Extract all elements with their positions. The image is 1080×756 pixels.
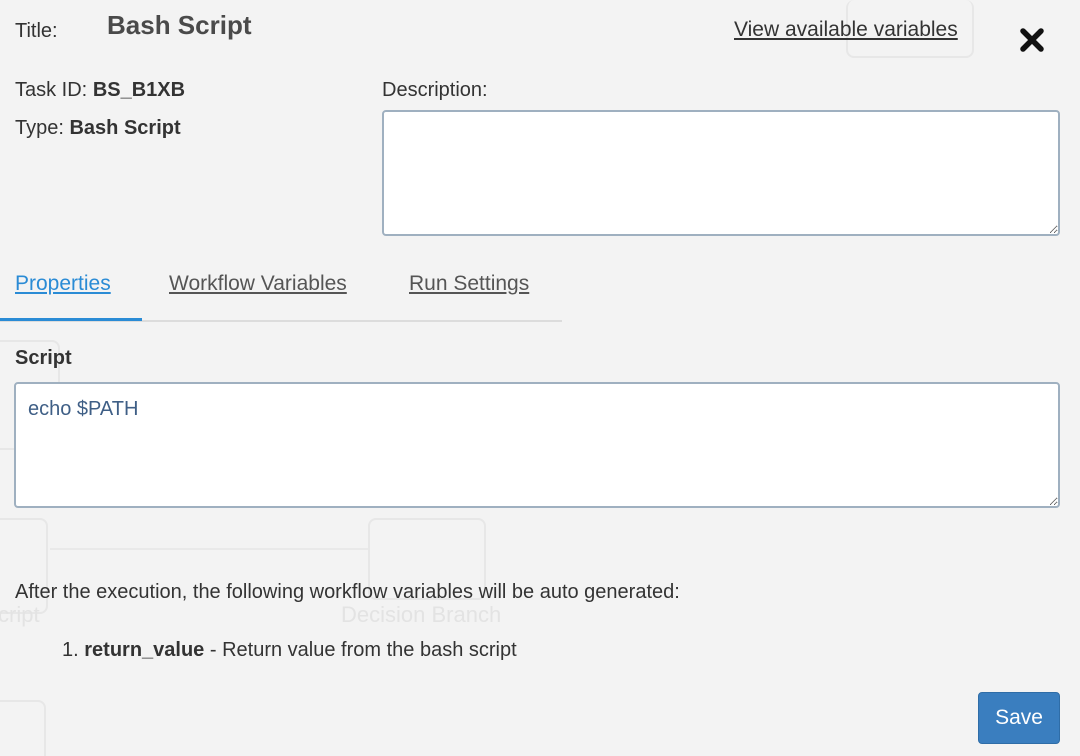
description-label: Description: — [382, 79, 488, 101]
tab-bar: Properties Workflow Variables Run Settin… — [0, 260, 562, 322]
title-label: Title: — [15, 20, 58, 42]
script-field[interactable] — [14, 382, 1060, 508]
variable-description: - Return value from the bash script — [204, 639, 517, 661]
type-label: Type: — [15, 117, 64, 139]
tab-properties[interactable]: Properties — [15, 272, 111, 296]
type-row: Type: Bash Script — [15, 117, 181, 140]
background-node-label: Decision Branch — [341, 602, 502, 627]
description-field[interactable] — [382, 110, 1060, 236]
list-item: 1. return_value - Return value from the … — [62, 639, 517, 662]
close-icon — [1020, 28, 1044, 52]
type-value: Bash Script — [69, 117, 181, 139]
tab-workflow-variables[interactable]: Workflow Variables — [169, 272, 347, 296]
script-label: Script — [15, 347, 72, 369]
background-node — [0, 700, 46, 756]
list-item-number: 1. — [62, 639, 79, 661]
tab-run-settings[interactable]: Run Settings — [409, 272, 529, 296]
background-connector — [50, 548, 368, 550]
generated-variables-intro: After the execution, the following workf… — [15, 581, 680, 603]
task-editor-panel: cript Decision Branch Title: Bash Script… — [0, 0, 1080, 756]
task-id-value: BS_B1XB — [92, 79, 186, 101]
view-available-variables-link[interactable]: View available variables — [734, 18, 958, 42]
task-title[interactable]: Bash Script — [107, 10, 252, 41]
variable-name: return_value — [84, 639, 205, 661]
task-id-row: Task ID: BS_B1XB — [15, 79, 185, 102]
close-button[interactable] — [1016, 24, 1048, 56]
background-node-label: cript — [0, 602, 40, 627]
task-id-label: Task ID: — [15, 79, 88, 101]
save-button[interactable]: Save — [978, 692, 1060, 744]
active-tab-indicator — [0, 318, 142, 321]
